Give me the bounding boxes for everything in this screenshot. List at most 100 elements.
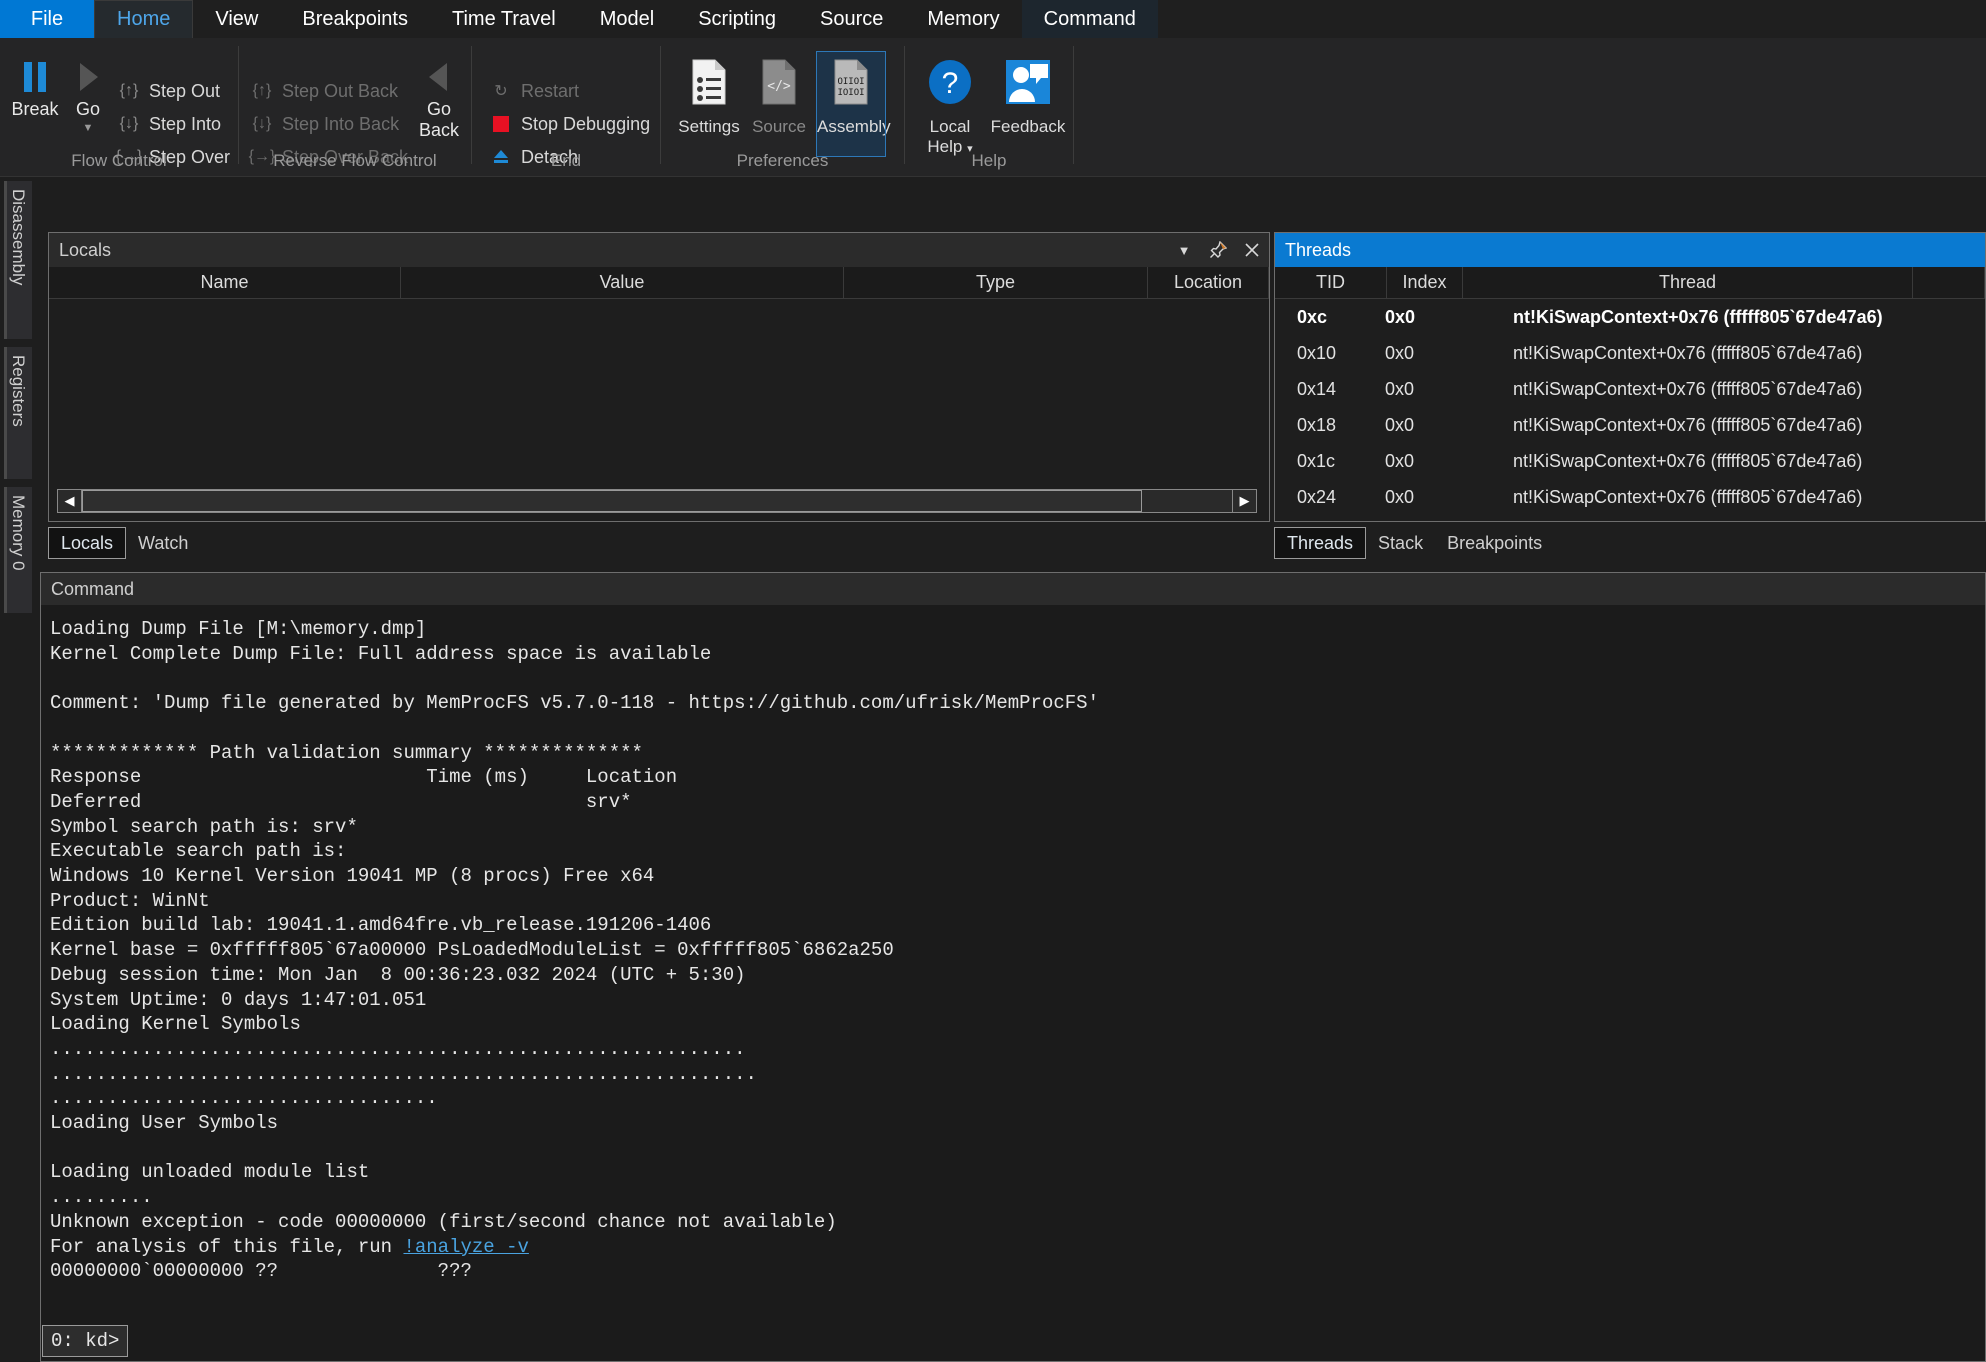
threads-grid-header: TID Index Thread	[1275, 267, 1985, 299]
analyze-command-link[interactable]: !analyze -v	[403, 1236, 528, 1258]
locals-column-value[interactable]: Value	[401, 267, 844, 298]
step-out-back-button[interactable]: {↑} Step Out Back	[251, 80, 398, 102]
locals-scroll-right-arrow-icon[interactable]: ▶	[1232, 490, 1256, 512]
ribbon-tab-time-travel[interactable]: Time Travel	[430, 0, 578, 38]
threads-column-extra[interactable]	[1913, 267, 1985, 298]
local-help-button[interactable]: ? Local Help ▾	[915, 54, 985, 164]
stop-debugging-label: Stop Debugging	[521, 114, 650, 135]
locals-grid-header: Name Value Type Location	[49, 267, 1269, 299]
threads-panel-title-bar[interactable]: Threads	[1275, 233, 1985, 267]
sidebar-item-registers[interactable]: Registers	[4, 347, 32, 479]
pause-icon	[21, 60, 49, 94]
break-label: Break	[6, 99, 64, 120]
source-label: Source	[752, 117, 806, 136]
source-toggle-button[interactable]: </> Source	[747, 54, 811, 144]
restart-button[interactable]: ↻ Restart	[490, 80, 579, 102]
settings-button[interactable]: Settings	[677, 54, 741, 144]
thread-symbol: nt!KiSwapContext+0x76 (fffff805`67de47a6…	[1475, 487, 1862, 508]
command-output-log[interactable]: Loading Dump File [M:\memory.dmp] Kernel…	[42, 605, 1984, 1321]
ribbon-group-end: ↻ Restart Stop Debugging Detach End	[472, 38, 660, 177]
table-row[interactable]: 0x1c 0x0 nt!KiSwapContext+0x76 (fffff805…	[1275, 443, 1985, 479]
tab-threads[interactable]: Threads	[1274, 527, 1366, 559]
ribbon-tab-memory[interactable]: Memory	[905, 0, 1021, 38]
table-row[interactable]: 0x10 0x0 nt!KiSwapContext+0x76 (fffff805…	[1275, 335, 1985, 371]
step-out-back-icon: {↑}	[251, 80, 273, 102]
locals-scroll-track[interactable]	[82, 490, 1232, 512]
svg-text:</>: </>	[767, 79, 791, 94]
tab-locals[interactable]: Locals	[48, 527, 126, 559]
table-row[interactable]: 0x24 0x0 nt!KiSwapContext+0x76 (fffff805…	[1275, 479, 1985, 515]
step-into-button[interactable]: {↓} Step Into	[118, 113, 221, 135]
sidebar-item-memory0[interactable]: Memory 0	[4, 487, 32, 613]
table-row[interactable]: 0x28 0x0 nt!KiSwapContext+0x76 (fffff805…	[1275, 515, 1985, 521]
go-back-button[interactable]: Go Back	[411, 60, 467, 141]
tab-watch[interactable]: Watch	[126, 527, 200, 559]
preferences-group-label: Preferences	[661, 151, 904, 171]
step-into-back-button[interactable]: {↓} Step Into Back	[251, 113, 399, 135]
ribbon-tab-bar: File Home View Breakpoints Time Travel M…	[0, 0, 1986, 38]
thread-tid: 0x24	[1275, 487, 1385, 508]
table-row[interactable]: 0x14 0x0 nt!KiSwapContext+0x76 (fffff805…	[1275, 371, 1985, 407]
svg-text:IOIOI: IOIOI	[837, 88, 864, 98]
go-dropdown-chevron-icon[interactable]: ▼	[64, 122, 112, 134]
locals-close-icon[interactable]	[1235, 233, 1269, 267]
ribbon-tab-source[interactable]: Source	[798, 0, 905, 38]
assembly-toggle-button[interactable]: OIIOI IOIOI Assembly	[817, 52, 885, 156]
command-output-post: 00000000`00000000 ?? ???	[50, 1260, 472, 1282]
source-code-document-icon: </>	[747, 58, 811, 111]
step-out-label: Step Out	[149, 81, 220, 102]
command-output-pre: Loading Dump File [M:\memory.dmp] Kernel…	[50, 618, 1099, 1233]
thread-symbol: nt!KiSwapContext+0x76 (fffff805`67de47a6…	[1475, 379, 1862, 400]
ribbon-body: Break Go ▼ {↑} Step Out {↓} Step Into {→…	[0, 38, 1986, 177]
tab-stack[interactable]: Stack	[1366, 527, 1435, 559]
command-panel: Command Loading Dump File [M:\memory.dmp…	[40, 572, 1986, 1362]
analyze-line-prefix: For analysis of this file, run	[50, 1236, 403, 1258]
threads-grid-body[interactable]: 0xc 0x0 nt!KiSwapContext+0x76 (fffff805`…	[1275, 299, 1985, 521]
command-panel-title-bar[interactable]: Command	[41, 573, 1985, 605]
locals-grid-body[interactable]	[49, 299, 1269, 489]
command-input[interactable]	[128, 1325, 1984, 1357]
threads-column-thread[interactable]: Thread	[1463, 267, 1913, 298]
break-button[interactable]: Break	[6, 60, 64, 120]
locals-scroll-left-arrow-icon[interactable]: ◀	[58, 490, 82, 512]
locals-column-type[interactable]: Type	[844, 267, 1148, 298]
locals-column-name[interactable]: Name	[49, 267, 401, 298]
sidebar-item-disassembly[interactable]: Disassembly	[4, 181, 32, 339]
feedback-button[interactable]: Feedback	[989, 54, 1067, 144]
locals-pin-icon[interactable]	[1201, 233, 1235, 267]
command-prompt-label: 0: kd>	[42, 1325, 128, 1357]
locals-column-location[interactable]: Location	[1148, 267, 1269, 298]
ribbon-tab-model[interactable]: Model	[578, 0, 676, 38]
ribbon-tab-home[interactable]: Home	[94, 0, 193, 38]
threads-column-index[interactable]: Index	[1387, 267, 1463, 298]
threads-bottom-tabstrip: Threads Stack Breakpoints	[1274, 525, 1986, 559]
locals-scroll-thumb[interactable]	[82, 490, 1142, 512]
locals-horizontal-scrollbar[interactable]: ◀ ▶	[57, 489, 1257, 513]
ribbon-tab-scripting[interactable]: Scripting	[676, 0, 798, 38]
step-into-label: Step Into	[149, 114, 221, 135]
table-row[interactable]: 0xc 0x0 nt!KiSwapContext+0x76 (fffff805`…	[1275, 299, 1985, 335]
threads-column-tid[interactable]: TID	[1275, 267, 1387, 298]
left-tool-rail: Disassembly Registers Memory 0	[0, 177, 34, 1362]
ribbon-tab-view[interactable]: View	[193, 0, 280, 38]
thread-index: 0x0	[1385, 415, 1475, 436]
thread-symbol: nt!KiSwapContext+0x76 (fffff805`67de47a6…	[1475, 415, 1862, 436]
command-prompt-row: 0: kd>	[42, 1322, 1984, 1360]
step-out-button[interactable]: {↑} Step Out	[118, 80, 220, 102]
step-out-icon: {↑}	[118, 80, 140, 102]
ribbon-tab-file[interactable]: File	[0, 0, 94, 38]
table-row[interactable]: 0x18 0x0 nt!KiSwapContext+0x76 (fffff805…	[1275, 407, 1985, 443]
locals-bottom-tabstrip: Locals Watch	[48, 525, 1270, 559]
local-help-label-line1: Local	[930, 117, 971, 136]
stop-debugging-button[interactable]: Stop Debugging	[490, 113, 650, 135]
tab-breakpoints[interactable]: Breakpoints	[1435, 527, 1554, 559]
play-back-icon	[425, 60, 453, 94]
locals-chevron-down-icon[interactable]: ▼	[1167, 233, 1201, 267]
restart-icon: ↻	[490, 80, 512, 102]
ribbon-tab-command[interactable]: Command	[1022, 0, 1158, 38]
ribbon-tab-breakpoints[interactable]: Breakpoints	[280, 0, 430, 38]
go-button[interactable]: Go ▼	[64, 60, 112, 134]
locals-panel-title-bar[interactable]: Locals ▼	[49, 233, 1269, 267]
feedback-person-speech-icon	[989, 58, 1067, 111]
thread-symbol: nt!KiSwapContext+0x76 (fffff805`67de47a6…	[1475, 451, 1862, 472]
